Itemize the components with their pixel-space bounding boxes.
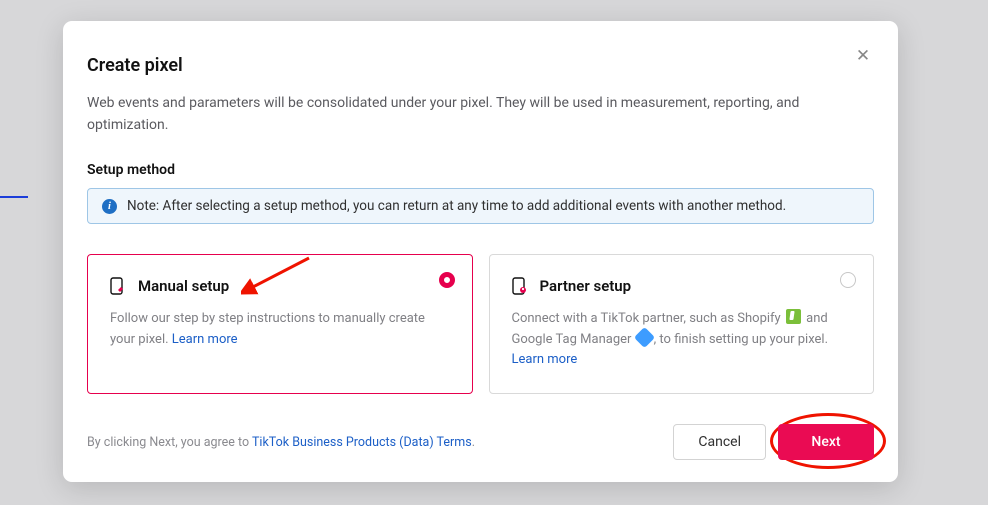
- modal-header: Create pixel ✕: [87, 45, 874, 76]
- shopify-icon: [786, 309, 801, 324]
- partner-setup-card[interactable]: Partner setup Connect with a TikTok part…: [489, 254, 875, 394]
- manual-setup-radio[interactable]: [439, 272, 455, 288]
- close-icon[interactable]: ✕: [852, 45, 874, 67]
- manual-setup-desc: Follow our step by step instructions to …: [110, 309, 450, 349]
- info-icon: i: [102, 199, 117, 214]
- partner-learn-more-link[interactable]: Learn more: [512, 352, 578, 367]
- setup-method-label: Setup method: [87, 162, 874, 178]
- manual-setup-icon: [110, 277, 128, 295]
- terms-link[interactable]: TikTok Business Products (Data) Terms: [252, 435, 472, 450]
- info-note-text: Note: After selecting a setup method, yo…: [127, 198, 786, 214]
- partner-setup-desc: Connect with a TikTok partner, such as S…: [512, 309, 852, 369]
- cancel-button[interactable]: Cancel: [673, 424, 766, 460]
- create-pixel-modal: Create pixel ✕ Web events and parameters…: [63, 21, 898, 482]
- setup-method-cards: Manual setup Follow our step by step ins…: [87, 254, 874, 394]
- modal-subtitle: Web events and parameters will be consol…: [87, 93, 874, 136]
- terms-agreement-text: By clicking Next, you agree to TikTok Bu…: [87, 435, 475, 450]
- partner-setup-icon: [512, 277, 530, 295]
- google-tag-manager-icon: [634, 326, 655, 347]
- footer-buttons: Cancel Next: [673, 424, 874, 460]
- modal-title: Create pixel: [87, 45, 183, 76]
- next-button[interactable]: Next: [778, 424, 874, 460]
- background-tab-underline: [0, 196, 28, 198]
- manual-learn-more-link[interactable]: Learn more: [172, 332, 238, 347]
- modal-footer: By clicking Next, you agree to TikTok Bu…: [87, 424, 874, 460]
- manual-setup-title: Manual setup: [138, 277, 229, 295]
- partner-setup-radio[interactable]: [840, 272, 856, 288]
- partner-setup-title: Partner setup: [540, 277, 632, 295]
- info-note-box: i Note: After selecting a setup method, …: [87, 188, 874, 224]
- manual-setup-card[interactable]: Manual setup Follow our step by step ins…: [87, 254, 473, 394]
